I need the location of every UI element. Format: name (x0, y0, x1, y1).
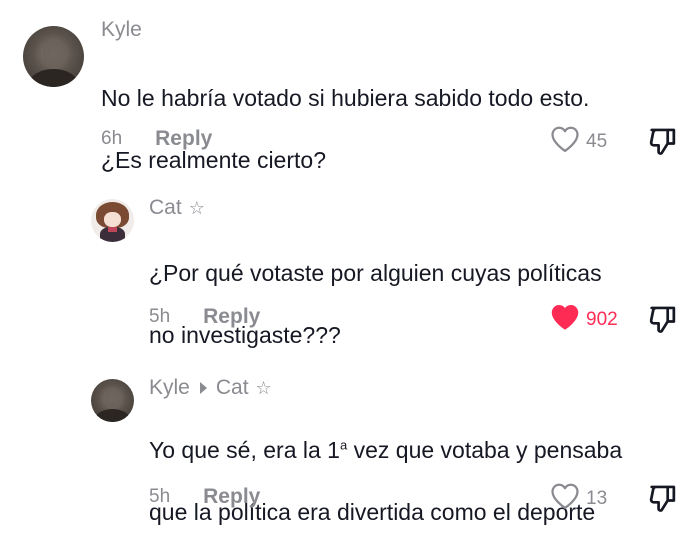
comment-meta: 6h Reply (101, 127, 212, 151)
text-segment: Yo que sé, era la 1 (149, 437, 340, 463)
comment-kyle-reply: Kyle Cat ☆ Yo que sé, era la 1a vez que … (0, 355, 700, 535)
reply-button[interactable]: Reply (155, 127, 212, 151)
heart-icon (550, 125, 580, 158)
avatar-bow (108, 227, 117, 232)
like-count: 45 (586, 130, 608, 152)
thumbs-down-icon (648, 128, 680, 160)
comment-cat: Cat ☆ ¿Por qué votaste por alguien cuyas… (0, 175, 700, 355)
dislike-button[interactable] (648, 483, 680, 518)
avatar-shoulder (29, 68, 78, 87)
avatar-face (103, 211, 122, 228)
star-outline-icon: ☆ (188, 197, 205, 219)
comment-kyle: Kyle No le habría votado si hubiera sabi… (0, 0, 700, 175)
reply-to-username[interactable]: Cat (216, 376, 249, 400)
comment-time: 5h (149, 306, 171, 327)
avatar-cat[interactable] (91, 199, 134, 242)
heart-icon (550, 482, 580, 515)
caret-right-icon (199, 382, 207, 394)
avatar-face (104, 388, 122, 410)
comment-username[interactable]: Kyle (101, 18, 142, 42)
dislike-button[interactable] (648, 126, 680, 161)
like-count: 13 (586, 487, 608, 509)
thumbs-down-icon (648, 306, 680, 338)
comment-username[interactable]: Kyle Cat ☆ (149, 376, 272, 400)
comment-text-line: ¿Por qué votaste por alguien cuyas polít… (149, 260, 602, 286)
like-count: 902 (586, 308, 618, 330)
comment-text-line: No le habría votado si hubiera sabido to… (101, 85, 590, 111)
like-button[interactable]: 45 (550, 125, 607, 158)
avatar-face (42, 39, 66, 69)
star-outline-icon: ☆ (255, 377, 272, 399)
comment-time: 5h (149, 486, 171, 507)
comment-text-line: Yo que sé, era la 1a vez que votaba y pe… (149, 435, 622, 466)
heart-filled-icon (550, 303, 580, 336)
comment-username[interactable]: Cat ☆ (149, 196, 205, 220)
username-text[interactable]: Cat (149, 196, 182, 220)
avatar-shoulder (95, 409, 130, 422)
username-text[interactable]: Kyle (149, 376, 190, 400)
comment-meta: 5h Reply (149, 305, 260, 329)
avatar-kyle[interactable] (23, 26, 84, 87)
comment-meta: 5h Reply (149, 485, 260, 509)
like-button[interactable]: 902 (550, 303, 618, 336)
like-button[interactable]: 13 (550, 482, 607, 515)
reply-button[interactable]: Reply (203, 305, 260, 329)
thumbs-down-icon (648, 485, 680, 517)
text-segment: vez que votaba y pensaba (347, 437, 623, 463)
dislike-button[interactable] (648, 304, 680, 339)
avatar-kyle[interactable] (91, 379, 134, 422)
username-text[interactable]: Kyle (101, 18, 142, 42)
comment-time: 6h (101, 128, 123, 149)
reply-button[interactable]: Reply (203, 485, 260, 509)
